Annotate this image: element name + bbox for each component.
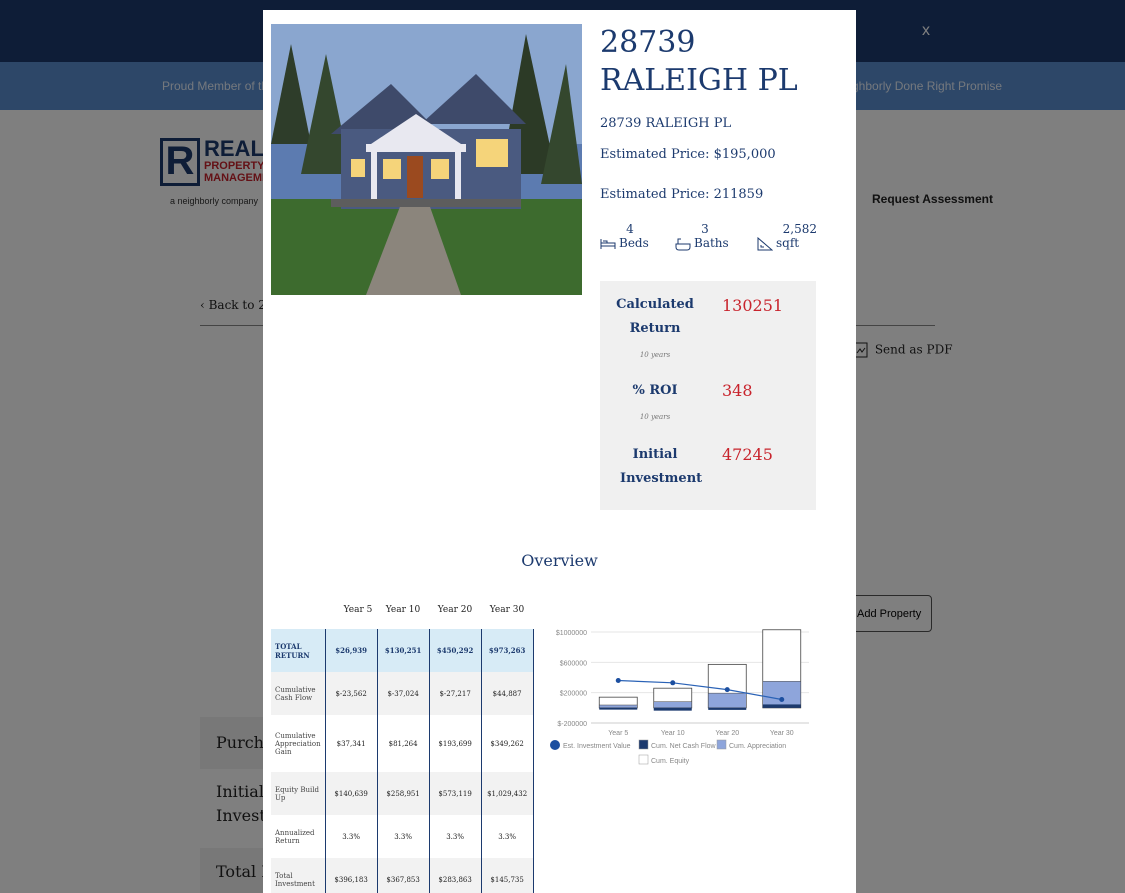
legend-label: Cum. Net Cash Flow [651, 743, 717, 750]
row-label: Equity Build Up [271, 772, 326, 815]
house-image [271, 24, 582, 295]
year-header: Year 20 [437, 605, 473, 615]
initial-investment-value: 47245 [722, 445, 773, 464]
calculated-return-value: 130251 [722, 296, 784, 315]
table-cell: $44,887 [481, 672, 534, 715]
table-cell: 3.3% [325, 815, 378, 858]
row-label: TOTAL RETURN [271, 629, 326, 672]
table-cell: $450,292 [429, 629, 482, 672]
bar-cash-flow [599, 707, 638, 710]
table-row: Cumulative Cash Flow $-23,562 $-37,024 $… [271, 672, 534, 715]
bed-icon [600, 238, 616, 249]
table-cell: 3.3% [481, 815, 534, 858]
legend-label: Cum. Equity [651, 758, 690, 765]
bar-cash-flow [708, 707, 747, 710]
row-label: Annualized Return [271, 815, 326, 858]
table-cell: $37,341 [325, 715, 378, 772]
row-label: Cumulative Cash Flow [271, 672, 326, 715]
table-row: Cumulative Appreciation Gain $37,341 $81… [271, 715, 534, 772]
table-row: TOTAL RETURN $26,939 $130,251 $450,292 $… [271, 629, 534, 672]
bar-cash-flow [653, 707, 692, 711]
investment-value-point [779, 696, 785, 702]
calculated-return-label: Calculated Return [616, 297, 694, 336]
x-tick-label: Year 5 [608, 730, 628, 737]
beds-value: 4 [626, 222, 634, 236]
overview-table: TOTAL RETURN $26,939 $130,251 $450,292 $… [271, 629, 534, 893]
table-cell: $1,029,432 [481, 772, 534, 815]
roi-value: 348 [722, 381, 753, 400]
overview-chart: $1000000 $600000 $200000 $-200000 Year 5 Year… [550, 629, 809, 765]
baths-label: Baths [694, 236, 729, 250]
table-cell: $367,853 [377, 858, 430, 893]
initial-investment-label: Initial Investment [620, 447, 703, 486]
table-cell: $973,263 [481, 629, 534, 672]
table-cell: $573,119 [429, 772, 482, 815]
x-tick-label: Year 10 [661, 730, 685, 737]
y-tick-label: $200000 [560, 691, 587, 698]
table-cell: $-27,217 [429, 672, 482, 715]
table-cell: $145,735 [481, 858, 534, 893]
beds-stat: 4 Beds [600, 222, 660, 250]
bar-cash-flow [762, 704, 801, 708]
beds-label: Beds [619, 236, 649, 250]
sqft-value: 2,582 [782, 222, 817, 236]
property-address: 28739 RALEIGH PL [600, 116, 732, 131]
table-row: Equity Build Up $140,639 $258,951 $573,1… [271, 772, 534, 815]
property-title: 28739 RALEIGH PL [600, 25, 798, 98]
y-tick-label: $-200000 [557, 721, 587, 728]
legend-swatch [550, 740, 560, 750]
bath-icon [675, 238, 691, 250]
roi-label: % ROI [632, 383, 678, 398]
table-cell: $81,264 [377, 715, 430, 772]
year-header: Year 30 [489, 605, 525, 615]
estimated-price-2: Estimated Price: 211859 [600, 187, 764, 202]
x-tick-label: Year 30 [770, 730, 794, 737]
table-cell: 3.3% [377, 815, 430, 858]
table-cell: $349,262 [481, 715, 534, 772]
investment-value-line [618, 679, 782, 701]
y-tick-label: $1000000 [556, 630, 587, 637]
investment-value-point [724, 687, 730, 693]
investment-value-point [670, 680, 676, 686]
roi-sublabel: 10 years [639, 413, 671, 421]
row-label: Cumulative Appreciation Gain [271, 715, 326, 772]
legend-swatch [638, 739, 649, 750]
table-cell: $193,699 [429, 715, 482, 772]
bar-appreciation [708, 692, 747, 709]
table-cell: $-23,562 [325, 672, 378, 715]
baths-value: 3 [701, 222, 709, 236]
bar-appreciation [762, 681, 801, 709]
row-label: Total Investment [271, 858, 326, 893]
bar-appreciation [653, 701, 692, 709]
property-photo [271, 24, 582, 295]
ruler-icon [757, 236, 773, 250]
legend-swatch [638, 754, 649, 765]
year-header: Year 10 [385, 605, 421, 615]
table-cell: $396,183 [325, 858, 378, 893]
baths-stat: 3 Baths [675, 222, 735, 251]
returns-summary-panel: Calculated Return 10 years 130251 % ROI … [600, 281, 816, 510]
table-row: Annualized Return 3.3% 3.3% 3.3% 3.3% [271, 815, 534, 858]
table-cell: 3.3% [429, 815, 482, 858]
property-modal: 28739 RALEIGH PL 28739 RALEIGH PL Estima… [263, 10, 856, 893]
sqft-stat: 2,582 sqft [757, 222, 817, 251]
overview-heading: Overview [521, 551, 598, 570]
investment-value-point [615, 678, 621, 684]
y-tick-label: $600000 [560, 660, 587, 667]
legend-label: Cum. Appreciation [729, 743, 786, 750]
calculated-return-sublabel: 10 years [639, 351, 671, 359]
table-row: Total Investment $396,183 $367,853 $283,… [271, 858, 534, 893]
table-cell: $140,639 [325, 772, 378, 815]
x-tick-label: Year 20 [715, 730, 739, 737]
bar-appreciation [599, 704, 638, 709]
legend-swatch [716, 739, 727, 750]
table-cell: $-37,024 [377, 672, 430, 715]
table-cell: $26,939 [325, 629, 378, 672]
sqft-label: sqft [776, 236, 800, 250]
legend-label: Est. Investment Value [563, 743, 631, 750]
table-cell: $258,951 [377, 772, 430, 815]
estimated-price-1: Estimated Price: $195,000 [600, 147, 776, 162]
table-cell: $283,863 [429, 858, 482, 893]
table-cell: $130,251 [377, 629, 430, 672]
